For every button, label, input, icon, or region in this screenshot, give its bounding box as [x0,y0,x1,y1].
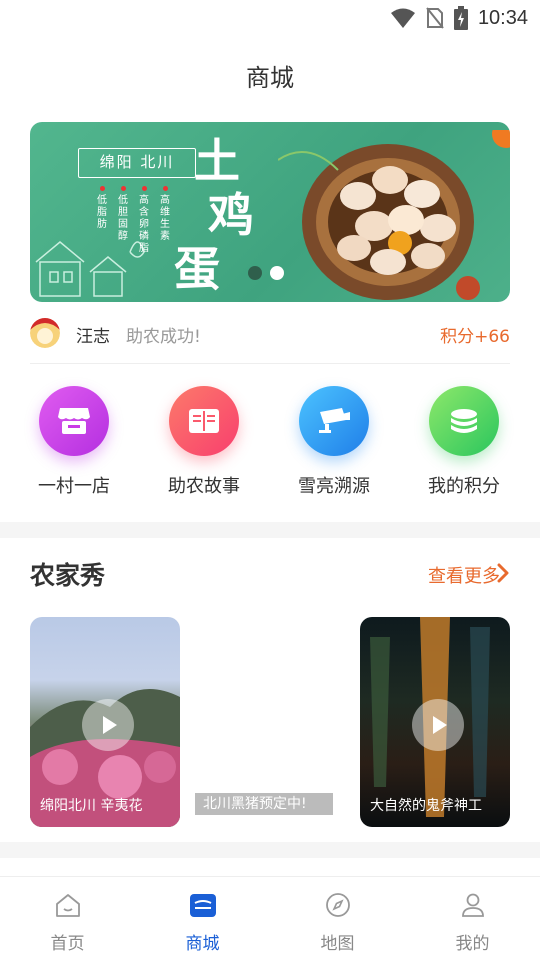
promo-banner[interactable]: 绵阳 北川 低脂肪 低胆固醇 高含卵磷脂 高维生素 土 鸡 蛋 [30,122,510,302]
banner-headline-char: 土 [194,134,240,188]
nav-label: 地图 [320,934,355,954]
quick-item-label: 一村一店 [38,476,110,497]
play-button[interactable] [412,699,464,751]
quick-item-my-points[interactable]: 我的积分 [399,386,529,498]
compass-icon [325,893,350,917]
avatar [30,318,60,348]
home-icon [55,894,80,917]
video-card[interactable]: 绵阳北川 辛夷花 [30,617,180,827]
notice-points: 积分+66 [440,327,510,347]
quick-item-farm-stories[interactable]: 助农故事 [139,386,269,498]
banner-dot-active[interactable] [270,266,284,280]
book-icon [169,386,239,456]
banner-tag: 低胆固醇 [117,186,129,255]
quick-item-label: 我的积分 [428,476,500,497]
banner-tag: 高含卵磷脂 [138,186,150,255]
video-caption: 绵阳北川 辛夷花 [40,798,143,814]
play-button[interactable] [82,699,134,751]
banner-tags: 低脂肪 低胆固醇 高含卵磷脂 高维生素 [96,186,171,255]
wifi-icon [390,8,415,28]
nav-item-home[interactable]: 首页 [0,891,135,954]
notice-bar: 汪志 助农成功! 积分+66 [30,312,510,364]
coins-icon [429,386,499,456]
banner-tag: 低脂肪 [96,186,108,255]
banner-location-sign: 绵阳 北川 [78,148,196,178]
notice-message: 助农成功! [126,327,201,347]
quick-item-label: 雪亮溯源 [298,476,370,497]
camera-icon [299,386,369,456]
banner-tag: 高维生素 [159,186,171,255]
quick-item-village-store[interactable]: 一村一店 [9,386,139,498]
video-caption[interactable]: 北川黑猪预定中! [195,793,333,815]
banner-dot[interactable] [248,266,262,280]
status-bar: 10:34 [0,0,540,36]
nav-item-map[interactable]: 地图 [270,891,405,954]
notice-user-name: 汪志 [76,327,110,347]
banner-headline: 土 鸡 蛋 [174,134,254,296]
banner-pagination [248,266,284,280]
view-more-link[interactable]: 查看更多 [428,562,500,588]
nav-label: 首页 [50,934,85,954]
section-divider [0,842,540,858]
banner-headline-char: 蛋 [174,242,220,296]
quick-item-label: 助农故事 [168,476,240,497]
no-sim-icon [426,7,444,29]
video-caption: 大自然的鬼斧神工 [370,798,482,814]
store-icon [189,894,216,917]
egg-basket-illustration [278,130,510,300]
nav-label: 我的 [455,934,490,954]
user-icon [461,893,484,917]
shop-icon [39,386,109,456]
quick-item-traceability[interactable]: 雪亮溯源 [269,386,399,498]
nav-label: 商城 [185,934,220,954]
nav-item-profile[interactable]: 我的 [405,891,540,954]
bottom-nav: 首页 商城 地图 我的 [0,876,540,960]
section-title: 农家秀 [30,561,106,590]
battery-charging-icon [453,6,468,30]
chevron-right-icon[interactable] [494,562,512,584]
banner-headline-char: 鸡 [208,188,254,242]
quick-menu: 一村一店 助农故事 雪亮溯源 我的积分 [0,386,540,506]
nav-item-store[interactable]: 商城 [135,891,270,954]
video-card[interactable]: 大自然的鬼斧神工 [360,617,510,827]
page-title: 商城 [246,64,294,92]
status-time: 10:34 [477,6,528,29]
section-divider [0,522,540,538]
